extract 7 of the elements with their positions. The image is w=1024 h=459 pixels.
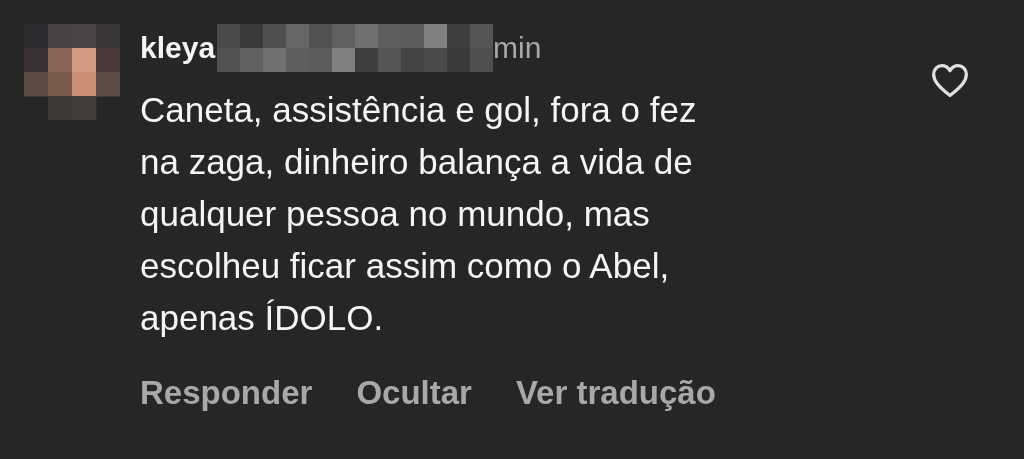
- timestamp: min: [493, 31, 542, 65]
- username[interactable]: kleya: [140, 31, 216, 65]
- action-link[interactable]: Responder: [140, 374, 313, 412]
- comment-text: Caneta, assistência e gol, fora o fez na zaga, dinheiro balança a vida de qualquer pessoa no mundo, mas escolheu ficar assim como o Abel, apenas ÍDOLO.: [140, 89, 698, 339]
- action-link[interactable]: Ocultar: [356, 374, 472, 412]
- heart-icon[interactable]: [930, 62, 970, 98]
- action-link[interactable]: Ver tradução: [515, 374, 716, 412]
